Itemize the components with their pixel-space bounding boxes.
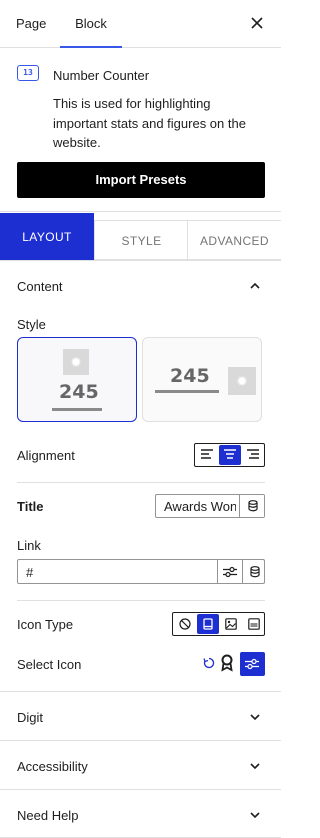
chevron-down-icon (250, 812, 260, 819)
settings-tabs: LAYOUT STYLE ADVANCED (0, 213, 281, 261)
chevron-up-icon (250, 282, 260, 289)
align-right-icon[interactable] (242, 445, 264, 465)
link-input-value: # (26, 565, 34, 580)
divider (17, 482, 265, 483)
award-icon (220, 654, 234, 672)
icon-picker-button[interactable] (240, 652, 265, 676)
tab-page[interactable]: Page (16, 0, 46, 47)
image-icon[interactable] (220, 614, 242, 634)
gear-icon: ✹ (228, 367, 256, 395)
style-option-1[interactable]: ✹ 245 (17, 337, 137, 422)
settings-sliders-icon (245, 658, 259, 670)
style-option-2[interactable]: 245 ✹ (142, 337, 262, 422)
divider (0, 260, 281, 261)
content-heading: Content (17, 279, 63, 294)
align-left-icon[interactable] (196, 445, 218, 465)
database-icon[interactable] (243, 560, 264, 583)
style-option-bar (52, 408, 102, 411)
icon-type-label: Icon Type (17, 617, 74, 632)
link-input[interactable]: # (17, 559, 265, 584)
accessibility-section-toggle[interactable]: Accessibility (0, 742, 281, 790)
svg-icon[interactable] (243, 614, 265, 634)
align-center-icon[interactable] (219, 445, 241, 465)
sidebar-tabs: Page Block (0, 0, 281, 48)
tab-block[interactable]: Block (60, 0, 122, 48)
block-card: 13 Number Counter This is used for highl… (0, 48, 281, 212)
select-icon-label: Select Icon (17, 657, 82, 672)
tab-advanced[interactable]: ADVANCED (187, 220, 281, 260)
style-option-number: 245 (59, 381, 99, 403)
style-option-number: 245 (170, 365, 210, 387)
title-input-value: Awards Won (164, 499, 238, 514)
need-help-section-toggle[interactable]: Need Help (0, 791, 281, 838)
need-help-heading: Need Help (17, 808, 79, 823)
link-settings-icon[interactable] (218, 560, 242, 583)
close-icon[interactable] (249, 13, 265, 33)
alignment-control (194, 443, 265, 467)
block-description: This is used for highlighting important … (53, 96, 246, 150)
number-counter-icon: 13 (17, 65, 39, 81)
tab-style[interactable]: STYLE (94, 220, 188, 260)
alignment-label: Alignment (17, 448, 75, 463)
divider (17, 600, 265, 601)
content-section-toggle[interactable]: Content (0, 262, 281, 310)
divider (0, 740, 281, 741)
chevron-down-icon (250, 763, 260, 770)
none-icon[interactable] (174, 614, 196, 634)
accessibility-heading: Accessibility (17, 759, 88, 774)
tab-layout[interactable]: LAYOUT (0, 213, 94, 260)
icon-type-control (172, 612, 265, 636)
digit-heading: Digit (17, 710, 44, 725)
import-presets-button[interactable]: Import Presets (17, 162, 265, 198)
title-input[interactable]: Awards Won (155, 494, 265, 518)
link-label: Link (17, 538, 41, 553)
database-icon[interactable] (240, 495, 264, 517)
divider (0, 691, 281, 692)
chevron-down-icon (250, 714, 260, 721)
digit-section-toggle[interactable]: Digit (0, 693, 281, 741)
gear-icon: ✹ (63, 349, 89, 375)
style-label: Style (17, 317, 46, 332)
reset-icon[interactable] (203, 657, 215, 671)
icon-library-icon[interactable] (197, 614, 219, 634)
style-option-bar (155, 390, 219, 393)
title-label: Title (17, 499, 44, 514)
block-title: Number Counter (53, 68, 150, 83)
divider (0, 789, 281, 790)
